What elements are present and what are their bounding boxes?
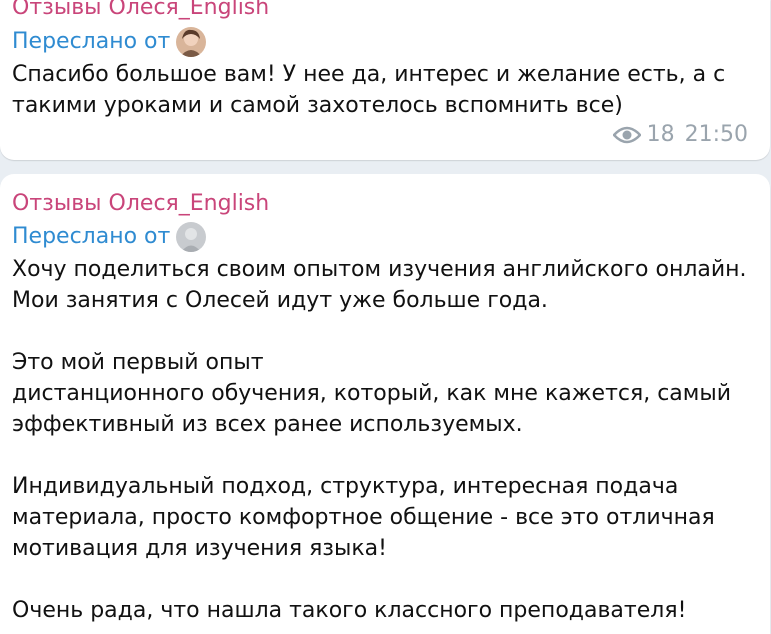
forwarded-from[interactable]: Переслано от — [12, 27, 207, 57]
forwarded-label: Переслано от — [12, 29, 171, 54]
views-counter: 18 — [612, 122, 675, 147]
forwarded-from[interactable]: Переслано от — [12, 222, 207, 252]
message-text: Хочу поделиться своим опытом изучения ан… — [12, 257, 747, 623]
message-feed: Отзывы Олеся_English Переслано от Спасиб… — [0, 0, 771, 634]
message-meta: 18 21:50 — [612, 122, 748, 147]
avatar[interactable] — [176, 222, 207, 252]
sender-name[interactable]: Отзывы Олеся_English — [12, 0, 269, 22]
avatar[interactable] — [176, 27, 207, 57]
sender-name[interactable]: Отзывы Олеся_English — [12, 190, 269, 218]
message-time: 21:50 — [684, 122, 748, 147]
message-text: Спасибо большое вам! У нее да, интерес и… — [12, 62, 726, 118]
views-count: 18 — [646, 122, 675, 147]
message-bubble[interactable]: Отзывы Олеся_English Переслано от Хочу п… — [0, 174, 770, 634]
message-bubble[interactable]: Отзывы Олеся_English Переслано от Спасиб… — [0, 0, 770, 160]
eye-icon — [612, 126, 641, 144]
user-avatar-gray-icon — [176, 222, 207, 252]
user-avatar-photo-icon — [176, 27, 207, 57]
forwarded-label: Переслано от — [12, 224, 171, 249]
